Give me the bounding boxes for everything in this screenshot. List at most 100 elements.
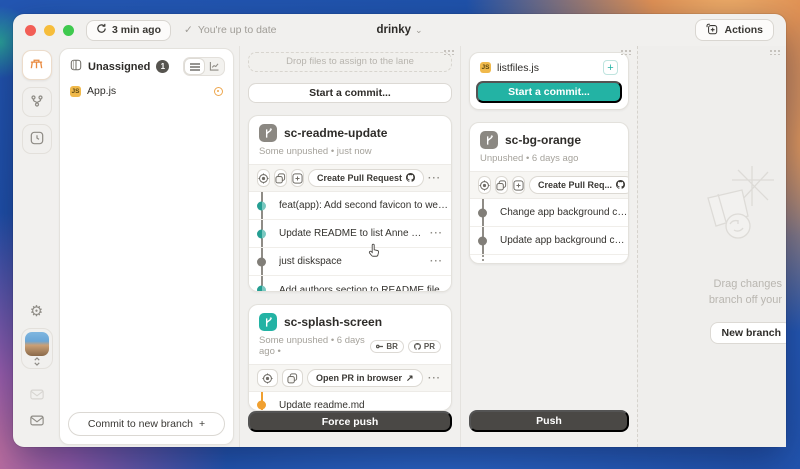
commit-list: feat(app): Add second favicon to web con… xyxy=(249,192,451,292)
commit-to-new-branch-label: Commit to new branch xyxy=(88,418,193,430)
copy-branch-button[interactable] xyxy=(282,369,303,387)
start-commit-button-right[interactable]: Start a commit... xyxy=(476,81,622,103)
create-pull-request-button[interactable]: Create Pull Request xyxy=(308,169,424,187)
github-icon xyxy=(616,180,625,191)
commit-dot-icon xyxy=(478,208,487,217)
push-button[interactable]: Push xyxy=(469,410,629,432)
minimize-window-button[interactable] xyxy=(44,25,55,36)
list-view-button[interactable] xyxy=(185,59,204,74)
review-eye-button[interactable] xyxy=(478,176,491,194)
commit-dot-icon xyxy=(257,401,266,410)
desktop-wallpaper: 3 min ago ✓ You're up to date drinky ⌄ xyxy=(0,0,800,469)
branch-badge-icon xyxy=(259,124,277,142)
lane-drag-handle-icon[interactable] xyxy=(769,49,780,55)
branch-name: sc-bg-orange xyxy=(505,133,581,147)
zoom-window-button[interactable] xyxy=(63,25,74,36)
branch-actions-row: Create Pull Req... ··· xyxy=(470,171,628,199)
left-rail: ⚙ xyxy=(15,46,58,447)
branch-meta: Some unpushed • just now xyxy=(259,146,441,157)
commit-menu-button[interactable]: ··· xyxy=(422,228,451,239)
commit-message: feat(app): Add second favicon to web con… xyxy=(279,200,451,211)
lane-drag-handle-icon[interactable] xyxy=(620,49,631,55)
br-badge[interactable]: BR xyxy=(370,340,404,353)
branch-menu-button[interactable]: ··· xyxy=(428,173,443,184)
branch-card-sc-splash-screen: sc-splash-screen Some unpushed • 6 days … xyxy=(248,304,452,411)
add-review-button[interactable] xyxy=(291,169,304,187)
commit-row[interactable]: Change app background color t... xyxy=(470,199,628,227)
close-window-button[interactable] xyxy=(25,25,36,36)
app-window: 3 min ago ✓ You're up to date drinky ⌄ xyxy=(13,14,786,447)
create-pr-label: Create Pull Req... xyxy=(538,180,612,190)
start-commit-button-mid[interactable]: Start a commit... xyxy=(248,83,452,104)
lane-drag-handle-icon[interactable] xyxy=(443,49,454,55)
new-branch-button[interactable]: New branch xyxy=(710,322,786,344)
workspace-tab-button[interactable] xyxy=(22,50,52,80)
commit-row[interactable]: just diskspace ··· xyxy=(249,248,451,276)
review-eye-button[interactable] xyxy=(257,369,278,387)
branch-meta: Unpushed • 6 days ago xyxy=(480,153,618,164)
commit-message: Change app background color t... xyxy=(500,207,628,218)
tree-view-button[interactable] xyxy=(204,59,223,74)
js-file-icon: JS xyxy=(480,62,491,73)
branch-menu-button[interactable]: ··· xyxy=(428,373,443,384)
commit-menu-button[interactable]: ··· xyxy=(422,256,451,267)
commit-row[interactable]: Update README to list Anne as primar... … xyxy=(249,220,451,248)
project-title-menu[interactable]: drinky ⌄ xyxy=(376,24,422,36)
drag-changes-hint: Drag changes branch off your xyxy=(709,276,782,308)
commit-dot-icon xyxy=(478,236,487,245)
actions-label: Actions xyxy=(724,24,763,36)
new-branch-drop-zone[interactable]: Drag changes branch off your New branch xyxy=(637,46,786,447)
file-row-listfiles[interactable]: JS listfiles.js + xyxy=(476,58,622,81)
branch-header[interactable]: sc-splash-screen Some unpushed • 6 days … xyxy=(249,305,451,364)
feedback-mail-icon[interactable] xyxy=(30,413,44,431)
commit-row[interactable]: Update readme.md xyxy=(249,392,451,411)
branch-actions-row: Open PR in browser ↗ ··· xyxy=(249,364,451,392)
clock-icon xyxy=(30,131,44,148)
branches-tab-button[interactable] xyxy=(22,87,52,117)
modified-status-icon xyxy=(214,87,223,96)
workbench-icon xyxy=(29,56,44,74)
file-name: listfiles.js xyxy=(497,62,539,74)
add-file-icon[interactable]: + xyxy=(603,60,618,75)
commit-message: Update app background color t... xyxy=(500,235,628,246)
account-switcher[interactable] xyxy=(21,328,53,369)
sync-button[interactable]: 3 min ago xyxy=(86,20,171,41)
commit-to-new-branch-button[interactable]: Commit to new branch + xyxy=(68,412,225,436)
js-file-icon: JS xyxy=(70,86,81,97)
file-row-appjs[interactable]: JS App.js xyxy=(60,82,233,103)
open-pr-in-browser-button[interactable]: Open PR in browser ↗ xyxy=(307,369,423,387)
branch-meta: Some unpushed • 6 days ago • xyxy=(259,335,366,357)
branch-header[interactable]: sc-readme-update Some unpushed • just no… xyxy=(249,116,451,164)
create-pr-label: Create Pull Request xyxy=(317,173,402,183)
unassigned-count-badge: 1 xyxy=(156,60,169,73)
settings-gear-icon[interactable]: ⚙ xyxy=(30,302,43,320)
map-hand-sketch-illustration xyxy=(694,164,776,257)
commit-message: Add authors section to README file xyxy=(279,285,451,292)
copy-branch-button[interactable] xyxy=(274,169,287,187)
branches-icon xyxy=(30,94,44,111)
create-pull-request-button[interactable]: Create Pull Req... xyxy=(529,176,629,194)
review-eye-button[interactable] xyxy=(257,169,270,187)
force-push-button[interactable]: Force push xyxy=(248,411,452,432)
pr-badge[interactable]: PR xyxy=(408,340,441,353)
copy-branch-button[interactable] xyxy=(495,176,508,194)
commit-row[interactable]: Update app background color t... xyxy=(470,227,628,255)
drop-files-zone: Drop files to assign to the lane xyxy=(248,52,452,72)
commit-row[interactable]: Add authors section to README file xyxy=(249,276,451,292)
history-tab-button[interactable] xyxy=(22,124,52,154)
commit-row[interactable]: feat(app): Add second favicon to web con… xyxy=(249,192,451,220)
branch-header[interactable]: sc-bg-orange Unpushed • 6 days ago xyxy=(470,123,628,171)
commit-message: Update readme.md xyxy=(279,400,451,411)
view-toggle xyxy=(183,57,225,76)
assigned-file-card: JS listfiles.js + Start a commit... xyxy=(469,52,629,110)
add-review-button[interactable] xyxy=(512,176,525,194)
unassigned-title: Unassigned xyxy=(88,61,150,73)
branch-name: sc-splash-screen xyxy=(284,315,382,329)
check-icon: ✓ xyxy=(184,24,193,36)
mail-notification-icon[interactable] xyxy=(30,387,44,405)
push-label: Push xyxy=(536,415,562,427)
lane-sc-readme-update: Drop files to assign to the lane Start a… xyxy=(239,46,460,447)
chevron-down-icon: ⌄ xyxy=(415,25,423,36)
commit-dot-icon xyxy=(257,286,266,292)
actions-button[interactable]: Actions xyxy=(695,19,774,41)
